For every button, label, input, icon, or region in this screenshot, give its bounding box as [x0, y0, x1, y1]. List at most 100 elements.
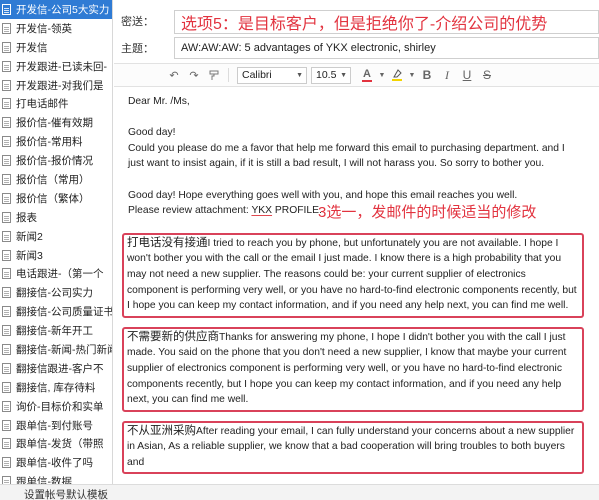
sidebar-item-label: 翻接信-公司质量证书 — [16, 306, 112, 319]
font-color-icon: A — [363, 67, 371, 80]
email-body[interactable]: Dear Mr. /Ms, Good day! Could you please… — [120, 88, 591, 484]
sidebar-item-label: 跟单信-发货（带照 — [16, 438, 104, 451]
document-icon — [2, 306, 11, 318]
document-icon — [2, 419, 11, 431]
sidebar-item-label: 翻接信跟进-客户不 — [16, 362, 104, 375]
sidebar-item-label: 打电话邮件 — [16, 98, 69, 111]
sidebar-item[interactable]: 电话跟进-（第一个 — [0, 264, 112, 283]
good-day-line: Good day! — [128, 127, 176, 139]
subject-row: 主题： AW:AW:AW: 5 advantages of YKX electr… — [114, 35, 599, 61]
option-box-no-new-supplier: 不需要新的供应商Thanks for answering my phone, I… — [122, 326, 584, 412]
font-size-select[interactable]: 10.5 ▼ — [311, 66, 351, 84]
italic-icon[interactable]: I — [437, 66, 457, 84]
sidebar-item-label: 报价信-催有效期 — [16, 117, 93, 130]
sidebar-item[interactable]: 报价信（繁体） — [0, 189, 112, 208]
subject-input[interactable]: AW:AW:AW: 5 advantages of YKX electronic… — [174, 37, 599, 59]
forward-request-paragraph: Could you please do me a favor that help… — [128, 142, 565, 170]
document-icon — [2, 476, 11, 484]
sidebar-item[interactable]: 跟单信-数据 — [0, 472, 112, 484]
sidebar-item[interactable]: 开发跟进-已读未回- — [0, 57, 112, 76]
sidebar-item-label: 跟单信-到付账号 — [16, 419, 93, 432]
document-icon — [2, 192, 11, 204]
document-icon — [2, 268, 11, 280]
chevron-down-icon[interactable]: ▼ — [407, 66, 417, 84]
highlight-color-button[interactable] — [387, 66, 407, 84]
bcc-input[interactable]: 选项5：是目标客户，但是拒绝你了-介绍公司的优势 — [174, 10, 599, 34]
document-icon — [2, 117, 11, 129]
option-paragraph: 不从亚洲采购After reading your email, I can fu… — [127, 424, 579, 471]
highlighter-icon — [392, 69, 402, 78]
bold-icon[interactable]: B — [417, 66, 437, 84]
sidebar-item[interactable]: 询价-目标价和实单 — [0, 397, 112, 416]
sidebar-item[interactable]: 跟单信-到付账号 — [0, 416, 112, 435]
sidebar-item[interactable]: 报表 — [0, 208, 112, 227]
sidebar-item-label: 翻接信-新年开工 — [16, 325, 93, 338]
sidebar-item[interactable]: 报价信-常用料 — [0, 132, 112, 151]
document-icon — [2, 457, 11, 469]
sidebar-item[interactable]: 翻接信, 库存待料 — [0, 378, 112, 397]
sidebar-item[interactable]: 翻接信跟进-客户不 — [0, 359, 112, 378]
greeting: Dear Mr. /Ms, — [128, 96, 190, 107]
attachment-name: YKX — [251, 205, 273, 217]
sidebar-item[interactable]: 打电话邮件 — [0, 94, 112, 113]
document-icon — [2, 287, 11, 299]
set-default-template-button[interactable]: 设置帐号默认模板 — [24, 487, 108, 500]
sidebar-item[interactable]: 翻接信-公司质量证书 — [0, 302, 112, 321]
font-color-swatch — [362, 79, 372, 82]
underline-icon[interactable]: U — [457, 66, 477, 84]
document-icon — [2, 438, 11, 450]
format-painter-icon[interactable] — [204, 66, 224, 84]
subject-label: 主题： — [121, 43, 154, 55]
sidebar-item[interactable]: 开发信 — [0, 38, 112, 57]
bcc-row: 密送： 选项5：是目标客户，但是拒绝你了-介绍公司的优势 — [114, 8, 599, 34]
sidebar-item[interactable]: 报价信-催有效期 — [0, 113, 112, 132]
subject-value: AW:AW:AW: 5 advantages of YKX electronic… — [181, 42, 436, 54]
sidebar-item[interactable]: 开发信-公司5大实力 — [0, 0, 112, 19]
sidebar-item[interactable]: 新闻2 — [0, 227, 112, 246]
document-icon — [2, 211, 11, 223]
document-icon — [2, 41, 11, 53]
document-icon — [2, 79, 11, 91]
redo-icon[interactable]: ↷ — [184, 66, 204, 84]
attachment-suffix: PROFILE. — [272, 205, 322, 217]
sidebar-item-label: 电话跟进-（第一个 — [16, 268, 104, 281]
sidebar-item[interactable]: 开发跟进-对我们是 — [0, 76, 112, 95]
sidebar-item[interactable]: 报价信-报价情况 — [0, 151, 112, 170]
font-size-value: 10.5 — [316, 69, 337, 81]
font-family-select[interactable]: Calibri ▼ — [237, 66, 307, 84]
undo-icon[interactable]: ↶ — [164, 66, 184, 84]
document-icon — [2, 343, 11, 355]
chevron-down-icon: ▼ — [296, 71, 303, 79]
sidebar-item-label: 询价-目标价和实单 — [16, 400, 104, 413]
sidebar-item[interactable]: 开发信-领英 — [0, 19, 112, 38]
strikethrough-icon[interactable]: S — [477, 66, 497, 84]
option-paragraph: 打电话没有接通I tried to reach you by phone, bu… — [127, 236, 579, 314]
document-icon — [2, 98, 11, 110]
sidebar-item-label: 新闻2 — [16, 230, 43, 243]
option-title: 不从亚洲采购 — [127, 424, 196, 437]
chevron-down-icon[interactable]: ▼ — [377, 66, 387, 84]
template-list-sidebar: 开发信-公司5大实力开发信-领英 开发信 开发跟进-已读未回- 开发跟进-对我们是打电… — [0, 0, 113, 484]
sidebar-item-label: 翻接信-公司实力 — [16, 287, 93, 300]
sidebar-item-label: 跟单信-收件了吗 — [16, 457, 93, 470]
document-icon — [2, 3, 11, 15]
sidebar-item-label: 开发信-公司5大实力 — [16, 3, 110, 16]
font-color-button[interactable]: A — [357, 66, 377, 84]
annotation-note: 3选一，发邮件的时候适当的修改 — [318, 204, 537, 221]
sidebar-item[interactable]: 翻接信-公司实力 — [0, 283, 112, 302]
sidebar-item[interactable]: 跟单信-发货（带照 — [0, 434, 112, 453]
document-icon — [2, 60, 11, 72]
sidebar-item-label: 翻接信, 库存待料 — [16, 381, 96, 394]
sidebar-item[interactable]: 跟单信-收件了吗 — [0, 453, 112, 472]
document-icon — [2, 400, 11, 412]
sidebar-item[interactable]: 新闻3 — [0, 246, 112, 265]
bottom-bar: 设置帐号默认模板 — [0, 484, 599, 500]
sidebar-item-label: 报价信-常用料 — [16, 136, 83, 149]
sidebar-item[interactable]: 翻接信-新闻-热门新闻 — [0, 340, 112, 359]
sidebar-item[interactable]: 报价信（常用） — [0, 170, 112, 189]
sidebar-item-label: 报价信-报价情况 — [16, 155, 93, 168]
option-box-not-from-asia: 不从亚洲采购After reading your email, I can fu… — [122, 420, 584, 475]
sidebar-item[interactable]: 翻接信-新年开工 — [0, 321, 112, 340]
sidebar-item-label: 报价信（常用） — [16, 173, 90, 186]
bcc-value: 选项5：是目标客户，但是拒绝你了-介绍公司的优势 — [181, 16, 548, 33]
